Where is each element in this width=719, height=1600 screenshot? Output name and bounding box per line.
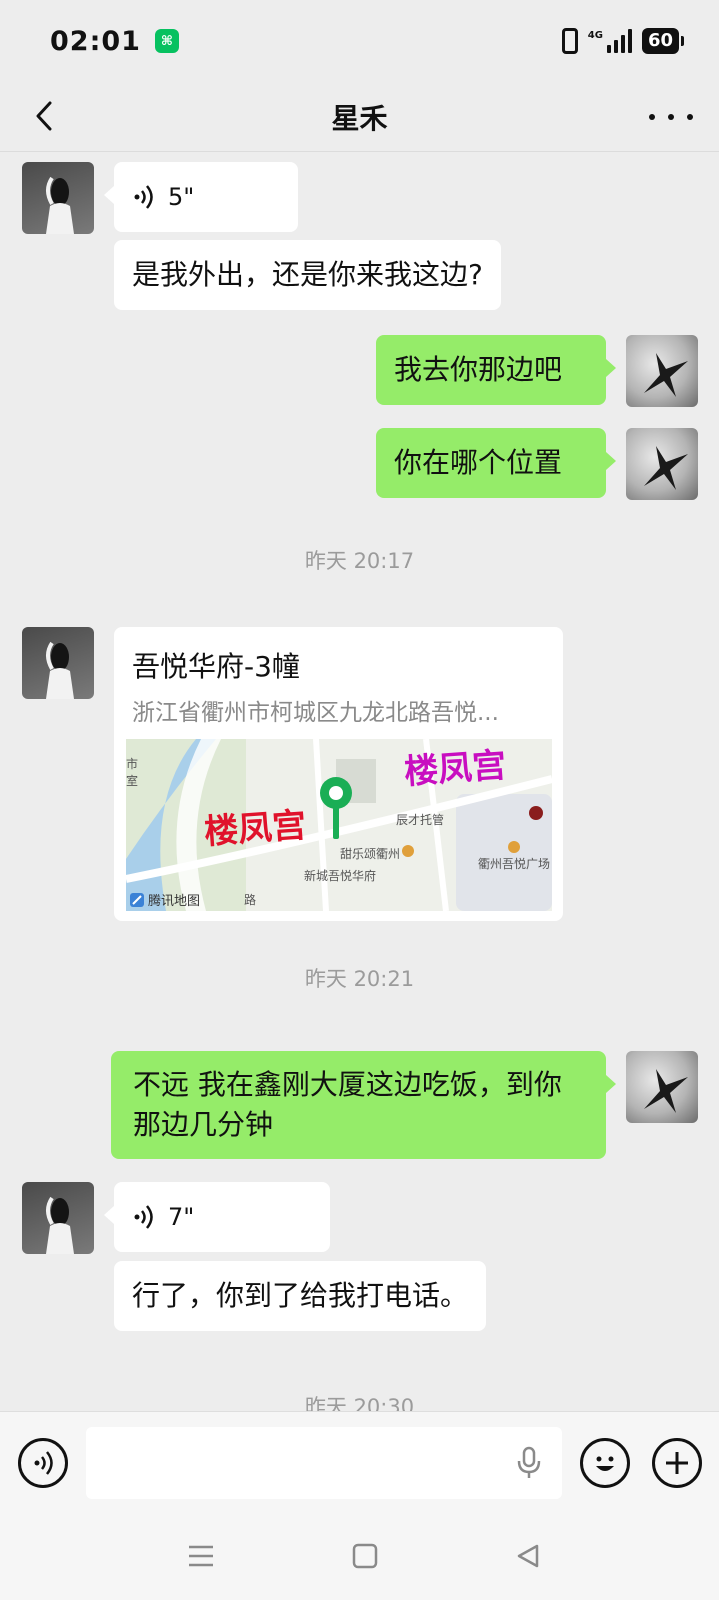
voice-icon [34, 1451, 53, 1475]
vibrate-icon [561, 28, 578, 54]
more-icon[interactable] [649, 102, 693, 132]
map-credit-label: 腾讯地图 [148, 894, 201, 909]
status-icons: 4G 60 [561, 28, 685, 54]
map-label-poi: 甜乐颂衢州 [340, 847, 401, 861]
voice-duration: 7" [168, 1203, 195, 1231]
voice-icon [134, 1205, 153, 1229]
signal-icon [606, 29, 632, 53]
voice-duration: 5" [168, 183, 195, 211]
self-avatar[interactable] [626, 428, 698, 500]
map-label-poi: 辰才托管 [396, 813, 445, 827]
contact-avatar[interactable] [22, 1182, 94, 1254]
map-label-road: 路 [244, 893, 257, 907]
timestamp: 昨天 20:21 [304, 967, 415, 991]
status-bar: 02:01 ⌘ 4G 60 [0, 0, 719, 82]
voice-toggle-button[interactable] [18, 1438, 68, 1488]
location-title: 吾悦华府-3幢 [132, 650, 300, 683]
map-label-city: 市 室 [126, 757, 139, 788]
map-label-poi: 新城吾悦华府 [304, 869, 377, 883]
tencent-map-icon [130, 892, 144, 907]
status-time: 02:01 [50, 25, 141, 57]
voice-message[interactable]: 7" [104, 1182, 330, 1252]
map-preview[interactable]: 辰才托管 甜乐颂衢州 衢州吾悦广场 新城吾悦华府 市 室 路 楼凤宫 楼凤宫 腾… [126, 739, 552, 911]
timestamp: 昨天 20:17 [304, 549, 415, 573]
system-nav-bar [0, 1516, 719, 1600]
map-label-poi: 衢州吾悦广场 [478, 857, 551, 871]
plus-icon[interactable] [652, 1438, 702, 1488]
timestamp: 昨天 20:30 [304, 1395, 415, 1411]
watermark-text: 楼凤宫 [202, 805, 308, 853]
emoji-icon[interactable] [580, 1438, 630, 1488]
self-avatar[interactable] [626, 1051, 698, 1123]
chat-area[interactable]: 5" 是我外出，还是你来我这边? 我去你那边吧 你在哪个位置 昨天 20:17 … [0, 153, 719, 1411]
location-address: 浙江省衢州市柯城区九龙北路吾悦... [132, 700, 499, 726]
menu-icon[interactable] [187, 1544, 215, 1568]
back-nav-icon[interactable] [515, 1543, 541, 1569]
outgoing-message[interactable]: 我去你那边吧 [376, 335, 616, 405]
chat-header: 星禾 [0, 82, 719, 152]
map-credit: 腾讯地图 [130, 890, 200, 909]
incoming-message[interactable]: 行了，你到了给我打电话。 [114, 1261, 487, 1331]
voice-message[interactable]: 5" [104, 162, 298, 232]
home-icon[interactable] [352, 1543, 378, 1569]
voice-icon [134, 185, 153, 209]
incoming-message[interactable]: 是我外出，还是你来我这边? [114, 240, 501, 310]
watermark-text: 楼凤宫 [402, 745, 508, 793]
app-notification-icon: ⌘ [154, 29, 179, 53]
input-bar [0, 1411, 719, 1516]
outgoing-message[interactable]: 你在哪个位置 [376, 428, 616, 498]
self-avatar[interactable] [626, 335, 698, 407]
message-input[interactable] [86, 1427, 562, 1499]
network-type: 4G [587, 29, 603, 41]
chevron-left-icon[interactable] [28, 98, 64, 134]
contact-avatar[interactable] [22, 627, 94, 699]
chat-title: 星禾 [331, 101, 388, 135]
mic-icon[interactable] [516, 1446, 542, 1480]
location-card[interactable]: 吾悦华府-3幢 浙江省衢州市柯城区九龙北路吾悦... 辰才托管 甜乐颂衢州 衢州… [114, 627, 563, 921]
outgoing-message[interactable]: 不远 我在鑫刚大厦这边吃饭，到你那边几分钟 [111, 1051, 616, 1159]
battery-icon: 60 [641, 28, 685, 54]
contact-avatar[interactable] [22, 162, 94, 234]
